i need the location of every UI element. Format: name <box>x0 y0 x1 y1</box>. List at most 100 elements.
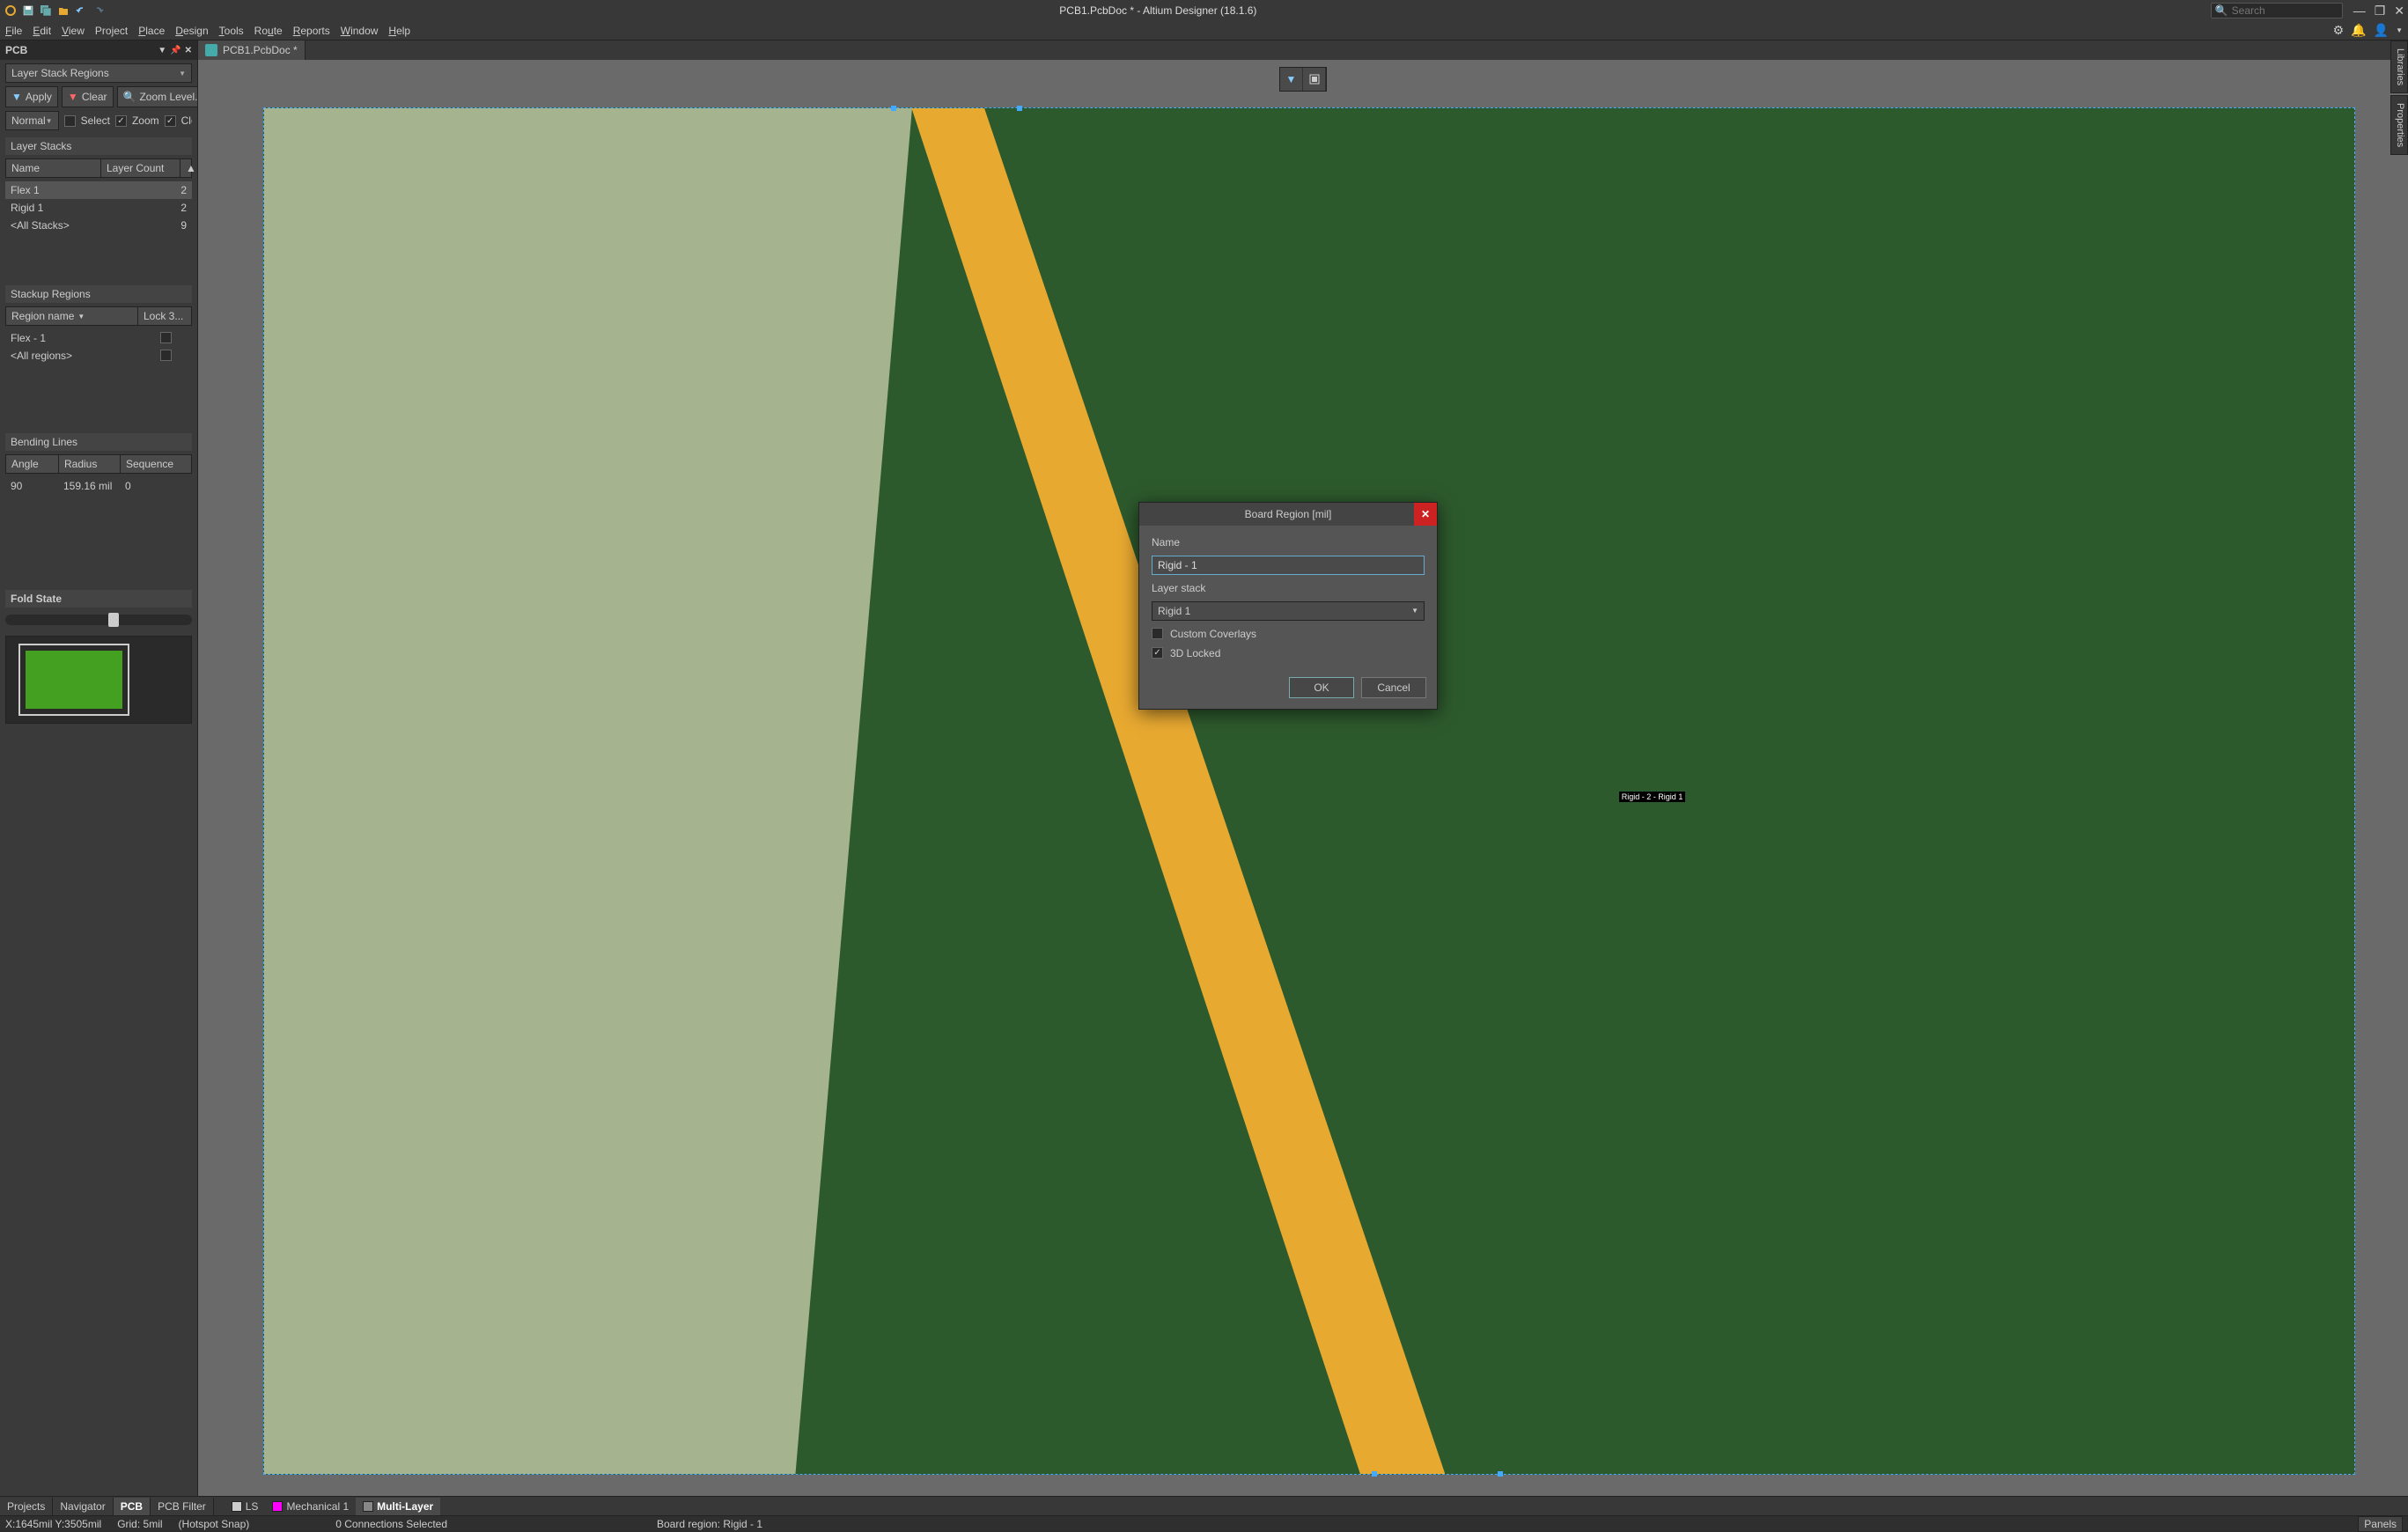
normal-dropdown[interactable]: Normal ▼ <box>5 111 59 130</box>
menu-tools[interactable]: Tools <box>219 25 244 37</box>
redo-icon[interactable] <box>92 4 106 18</box>
menu-file[interactable]: File <box>5 25 22 37</box>
table-row[interactable]: Flex - 1 <box>5 329 192 347</box>
lock-checkbox[interactable] <box>160 350 172 361</box>
panels-button[interactable]: Panels <box>2358 1516 2403 1532</box>
save-icon[interactable] <box>21 4 35 18</box>
stackup-regions-header: Region name▼ Lock 3... <box>5 306 192 326</box>
selection-handle[interactable] <box>1498 1471 1503 1477</box>
3d-locked-checkbox[interactable] <box>1152 647 1163 659</box>
slider-thumb[interactable] <box>108 613 119 627</box>
menu-window[interactable]: Window <box>341 25 379 37</box>
menu-reports[interactable]: Reports <box>293 25 330 37</box>
table-row[interactable]: <All Stacks> 9 <box>5 217 192 234</box>
panel-pin-icon[interactable]: 📌 <box>170 46 180 55</box>
menu-view[interactable]: View <box>62 25 85 37</box>
board-outline[interactable]: Rigid - 2 - Rigid 1 <box>263 107 2355 1475</box>
ok-button[interactable]: OK <box>1289 677 1354 698</box>
th-sequence[interactable]: Sequence <box>121 455 191 473</box>
stackup-regions-table: Flex - 1 <All regions> <box>5 329 192 426</box>
menu-route[interactable]: Route <box>254 25 283 37</box>
select-checkbox[interactable] <box>64 115 76 127</box>
th-lock[interactable]: Lock 3... <box>138 307 191 325</box>
chip-view-button[interactable] <box>1303 68 1326 91</box>
mode-dropdown[interactable]: Layer Stack Regions ▼ <box>5 63 192 83</box>
menu-project[interactable]: Project <box>95 25 128 37</box>
gear-icon[interactable]: ⚙ <box>2333 23 2345 38</box>
table-row[interactable]: Flex 1 2 <box>5 181 192 199</box>
projects-tab[interactable]: Projects <box>0 1498 53 1515</box>
table-row[interactable]: Rigid 1 2 <box>5 199 192 217</box>
canvas[interactable]: ▼ Rigid - 2 - Rigid 1 Board Region [mil]… <box>198 60 2408 1496</box>
right-dock-tabs: Libraries Properties <box>2390 41 2408 157</box>
status-connections: 0 Connections Selected <box>335 1518 447 1530</box>
layer-mechanical[interactable]: Mechanical 1 <box>265 1498 356 1515</box>
selection-handle[interactable] <box>1372 1471 1377 1477</box>
layer-multilayer[interactable]: Multi-Layer <box>356 1498 440 1515</box>
maximize-icon[interactable]: ❐ <box>2375 4 2386 18</box>
clear-checkbox[interactable] <box>165 115 176 127</box>
th-angle[interactable]: Angle <box>6 455 59 473</box>
th-name[interactable]: Name <box>6 159 101 177</box>
selection-handle[interactable] <box>891 106 896 111</box>
fold-slider[interactable] <box>5 615 192 625</box>
pcb-doc-icon <box>205 44 217 56</box>
user-icon[interactable]: 👤 <box>2374 23 2389 38</box>
open-icon[interactable] <box>56 4 70 18</box>
apply-button[interactable]: ▼ Apply <box>5 86 58 107</box>
status-bar: X:1645mil Y:3505mil Grid: 5mil (Hotspot … <box>0 1515 2408 1531</box>
menu-design[interactable]: Design <box>175 25 208 37</box>
clear-label: Cle <box>181 114 192 127</box>
libraries-tab[interactable]: Libraries <box>2390 41 2408 93</box>
panel-dropdown-icon[interactable]: ▼ <box>158 46 166 55</box>
close-icon[interactable]: ✕ <box>2394 4 2404 18</box>
stackup-regions-label: Stackup Regions <box>5 285 192 303</box>
menu-help[interactable]: Help <box>388 25 410 37</box>
menu-bar: File Edit View Project Place Design Tool… <box>0 21 2408 41</box>
pcb-tab[interactable]: PCB <box>114 1498 151 1515</box>
properties-tab[interactable]: Properties <box>2390 95 2408 155</box>
layer-ls[interactable]: LS <box>225 1498 266 1515</box>
menu-edit[interactable]: Edit <box>33 25 51 37</box>
zoom-level-button[interactable]: 🔍 Zoom Level... <box>117 86 198 107</box>
layer-stacks-label: Layer Stacks <box>5 137 192 155</box>
chevron-down-icon[interactable]: ▼ <box>2396 26 2403 34</box>
th-sort-icon[interactable]: ▲ <box>180 159 191 177</box>
board-region-left[interactable] <box>264 108 912 1474</box>
th-radius[interactable]: Radius <box>59 455 121 473</box>
th-count[interactable]: Layer Count <box>101 159 180 177</box>
dialog-title-bar[interactable]: Board Region [mil] ✕ <box>1139 503 1437 526</box>
layer-stack-select[interactable]: Rigid 1 ▼ <box>1152 601 1425 621</box>
table-row[interactable]: <All regions> <box>5 347 192 365</box>
dialog-close-button[interactable]: ✕ <box>1414 503 1437 526</box>
th-region-name[interactable]: Region name▼ <box>6 307 138 325</box>
minimize-icon[interactable]: — <box>2353 4 2366 18</box>
cancel-button[interactable]: Cancel <box>1361 677 1426 698</box>
undo-icon[interactable] <box>74 4 88 18</box>
clear-button[interactable]: ▼ Clear <box>62 86 114 107</box>
search-box[interactable]: 🔍 <box>2211 3 2343 18</box>
funnel-icon: ▼ <box>1286 73 1297 85</box>
layer-stacks-table: Flex 1 2 Rigid 1 2 <All Stacks> 9 <box>5 181 192 278</box>
save-all-icon[interactable] <box>39 4 53 18</box>
bending-lines-table: 90 159.16 mil 0 <box>5 477 192 583</box>
selection-handle[interactable] <box>1017 106 1022 111</box>
lock-checkbox[interactable] <box>160 332 172 343</box>
filter-view-button[interactable]: ▼ <box>1280 68 1303 91</box>
menu-place[interactable]: Place <box>138 25 165 37</box>
custom-coverlays-checkbox[interactable] <box>1152 628 1163 639</box>
status-coords: X:1645mil Y:3505mil <box>5 1518 101 1530</box>
zoom-checkbox[interactable] <box>115 115 127 127</box>
pcb-filter-tab[interactable]: PCB Filter <box>151 1498 214 1515</box>
layer-stacks-header: Name Layer Count ▲ <box>5 158 192 178</box>
table-row[interactable]: 90 159.16 mil 0 <box>5 477 192 495</box>
board-region-flex[interactable] <box>839 108 1445 1474</box>
document-tab[interactable]: PCB1.PcbDoc * <box>198 41 306 60</box>
search-input[interactable] <box>2232 4 2338 17</box>
name-input[interactable] <box>1152 556 1425 575</box>
navigator-tab[interactable]: Navigator <box>53 1498 113 1515</box>
panel-close-icon[interactable]: ✕ <box>185 46 192 55</box>
board-preview[interactable] <box>5 636 192 724</box>
bell-icon[interactable]: 🔔 <box>2351 23 2366 38</box>
pcb-panel: PCB ▼ 📌 ✕ Layer Stack Regions ▼ ▼ Apply … <box>0 41 198 1496</box>
